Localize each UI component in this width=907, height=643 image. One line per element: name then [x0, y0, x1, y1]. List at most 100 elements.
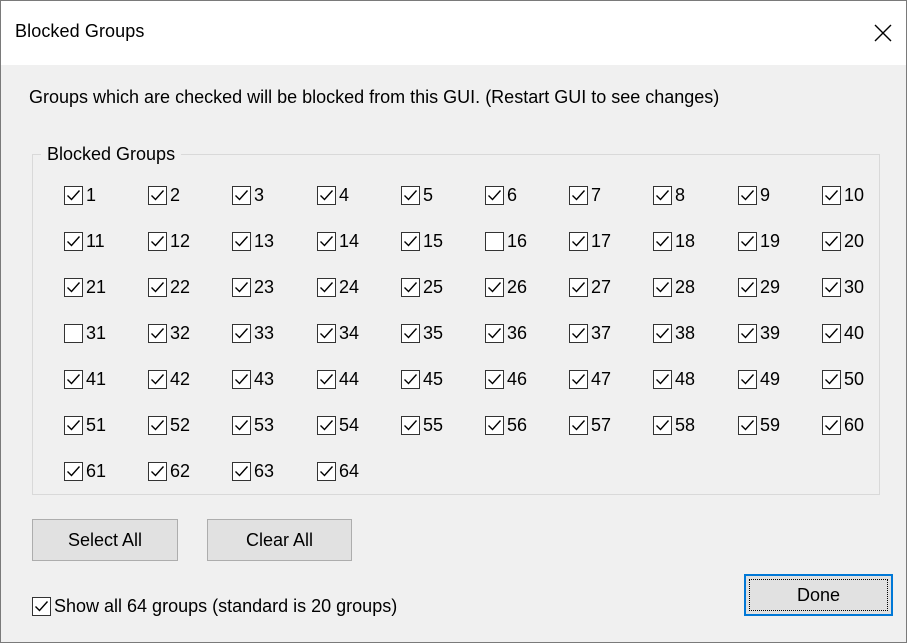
group-checkbox-36[interactable]: 36	[485, 321, 527, 345]
group-checkbox-49[interactable]: 49	[738, 367, 780, 391]
group-checkbox-15[interactable]: 15	[401, 229, 443, 253]
checkbox-box[interactable]	[148, 415, 167, 435]
group-checkbox-26[interactable]: 26	[485, 275, 527, 299]
group-checkbox-46[interactable]: 46	[485, 367, 527, 391]
checkbox-box[interactable]	[822, 185, 841, 205]
checkbox-box[interactable]	[822, 415, 841, 435]
checkbox-box[interactable]	[317, 461, 336, 481]
done-button[interactable]: Done	[744, 574, 893, 616]
checkbox-box[interactable]	[485, 323, 504, 343]
group-checkbox-9[interactable]: 9	[738, 183, 770, 207]
group-checkbox-29[interactable]: 29	[738, 275, 780, 299]
group-checkbox-47[interactable]: 47	[569, 367, 611, 391]
group-checkbox-6[interactable]: 6	[485, 183, 517, 207]
group-checkbox-1[interactable]: 1	[64, 183, 96, 207]
group-checkbox-33[interactable]: 33	[232, 321, 274, 345]
group-checkbox-50[interactable]: 50	[822, 367, 864, 391]
group-checkbox-12[interactable]: 12	[148, 229, 190, 253]
checkbox-box[interactable]	[485, 415, 504, 435]
group-checkbox-37[interactable]: 37	[569, 321, 611, 345]
checkbox-box[interactable]	[822, 277, 841, 297]
checkbox-box[interactable]	[401, 277, 420, 297]
checkbox-box[interactable]	[64, 277, 83, 297]
checkbox-box[interactable]	[232, 231, 251, 251]
checkbox-box[interactable]	[317, 415, 336, 435]
group-checkbox-63[interactable]: 63	[232, 459, 274, 483]
group-checkbox-38[interactable]: 38	[653, 321, 695, 345]
group-checkbox-23[interactable]: 23	[232, 275, 274, 299]
checkbox-box[interactable]	[401, 369, 420, 389]
group-checkbox-48[interactable]: 48	[653, 367, 695, 391]
checkbox-box[interactable]	[738, 415, 757, 435]
checkbox-box[interactable]	[822, 323, 841, 343]
group-checkbox-18[interactable]: 18	[653, 229, 695, 253]
checkbox-box[interactable]	[148, 323, 167, 343]
checkbox-box[interactable]	[485, 185, 504, 205]
group-checkbox-25[interactable]: 25	[401, 275, 443, 299]
select-all-button[interactable]: Select All	[32, 519, 178, 561]
checkbox-box[interactable]	[64, 323, 83, 343]
checkbox-box[interactable]	[317, 323, 336, 343]
checkbox-box[interactable]	[232, 277, 251, 297]
checkbox-box[interactable]	[822, 231, 841, 251]
group-checkbox-28[interactable]: 28	[653, 275, 695, 299]
group-checkbox-17[interactable]: 17	[569, 229, 611, 253]
group-checkbox-62[interactable]: 62	[148, 459, 190, 483]
checkbox-box[interactable]	[232, 461, 251, 481]
group-checkbox-59[interactable]: 59	[738, 413, 780, 437]
checkbox-box[interactable]	[401, 185, 420, 205]
group-checkbox-40[interactable]: 40	[822, 321, 864, 345]
clear-all-button[interactable]: Clear All	[207, 519, 352, 561]
checkbox-box[interactable]	[148, 461, 167, 481]
checkbox-box[interactable]	[485, 277, 504, 297]
checkbox-box[interactable]	[738, 185, 757, 205]
group-checkbox-16[interactable]: 16	[485, 229, 527, 253]
checkbox-box[interactable]	[148, 231, 167, 251]
group-checkbox-45[interactable]: 45	[401, 367, 443, 391]
checkbox-box[interactable]	[569, 369, 588, 389]
checkbox-box[interactable]	[64, 415, 83, 435]
group-checkbox-13[interactable]: 13	[232, 229, 274, 253]
group-checkbox-3[interactable]: 3	[232, 183, 264, 207]
group-checkbox-11[interactable]: 11	[64, 229, 105, 253]
group-checkbox-54[interactable]: 54	[317, 413, 359, 437]
group-checkbox-35[interactable]: 35	[401, 321, 443, 345]
group-checkbox-27[interactable]: 27	[569, 275, 611, 299]
group-checkbox-7[interactable]: 7	[569, 183, 601, 207]
checkbox-box[interactable]	[569, 185, 588, 205]
checkbox-box[interactable]	[485, 231, 504, 251]
checkbox-box[interactable]	[148, 369, 167, 389]
checkbox-box[interactable]	[64, 231, 83, 251]
checkbox-box[interactable]	[822, 369, 841, 389]
checkbox-box[interactable]	[64, 369, 83, 389]
checkbox-box[interactable]	[569, 231, 588, 251]
group-checkbox-39[interactable]: 39	[738, 321, 780, 345]
checkbox-box[interactable]	[317, 369, 336, 389]
checkbox-box[interactable]	[232, 323, 251, 343]
checkbox-box[interactable]	[401, 323, 420, 343]
group-checkbox-44[interactable]: 44	[317, 367, 359, 391]
group-checkbox-34[interactable]: 34	[317, 321, 359, 345]
group-checkbox-10[interactable]: 10	[822, 183, 864, 207]
checkbox-box[interactable]	[653, 369, 672, 389]
checkbox-box[interactable]	[738, 369, 757, 389]
group-checkbox-57[interactable]: 57	[569, 413, 611, 437]
group-checkbox-4[interactable]: 4	[317, 183, 349, 207]
group-checkbox-53[interactable]: 53	[232, 413, 274, 437]
checkbox-box[interactable]	[738, 277, 757, 297]
checkbox-box[interactable]	[232, 369, 251, 389]
checkbox-box[interactable]	[569, 415, 588, 435]
group-checkbox-51[interactable]: 51	[64, 413, 106, 437]
group-checkbox-24[interactable]: 24	[317, 275, 359, 299]
show-all-groups-checkbox[interactable]: Show all 64 groups (standard is 20 group…	[32, 594, 397, 618]
group-checkbox-52[interactable]: 52	[148, 413, 190, 437]
group-checkbox-43[interactable]: 43	[232, 367, 274, 391]
checkbox-box[interactable]	[653, 277, 672, 297]
group-checkbox-19[interactable]: 19	[738, 229, 780, 253]
group-checkbox-22[interactable]: 22	[148, 275, 190, 299]
checkbox-box[interactable]	[64, 461, 83, 481]
group-checkbox-55[interactable]: 55	[401, 413, 443, 437]
group-checkbox-31[interactable]: 31	[64, 321, 106, 345]
group-checkbox-56[interactable]: 56	[485, 413, 527, 437]
group-checkbox-21[interactable]: 21	[64, 275, 106, 299]
